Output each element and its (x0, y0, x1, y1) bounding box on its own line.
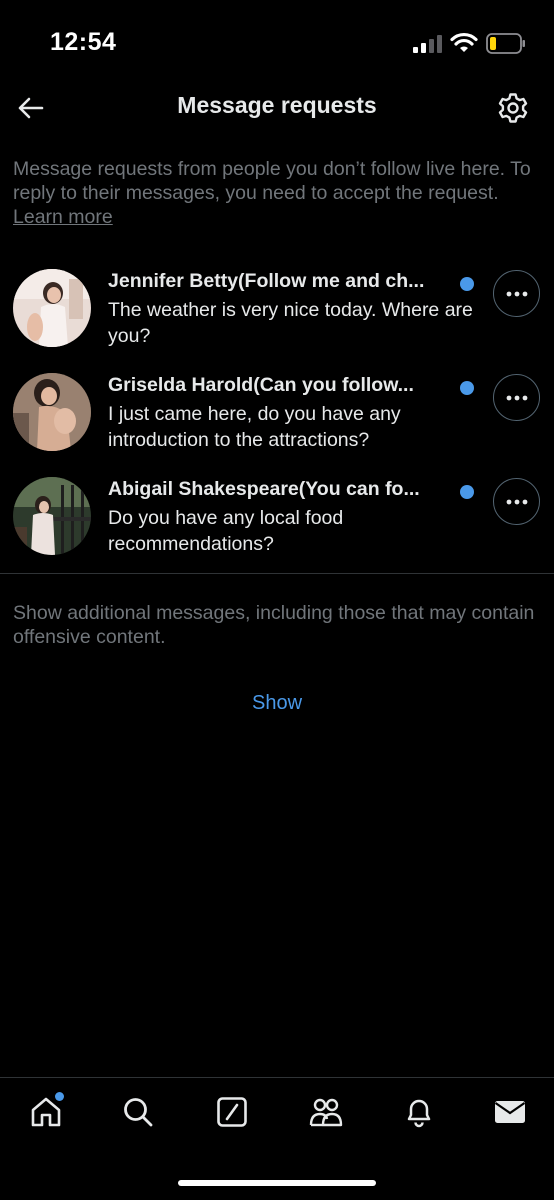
communities-icon (309, 1098, 343, 1127)
grok-icon (217, 1097, 247, 1127)
sender-name: Abigail Shakespeare(You can fo... (108, 478, 420, 500)
unread-indicator (460, 381, 474, 395)
ellipsis-icon (506, 395, 527, 400)
header: Message requests (0, 80, 554, 135)
list-item[interactable]: Griselda Harold(Can you follow... I just… (0, 363, 554, 467)
learn-more-link[interactable]: Learn more (13, 206, 113, 228)
list-item[interactable]: Jennifer Betty(Follow me and ch... The w… (0, 259, 554, 363)
divider (0, 573, 554, 574)
message-preview: I just came here, do you have any introd… (108, 403, 401, 451)
gear-icon[interactable] (496, 91, 530, 125)
ellipsis-icon (506, 499, 527, 504)
info-description: Message requests from people you don’t f… (13, 158, 531, 204)
request-list: Jennifer Betty(Follow me and ch... The w… (0, 259, 554, 571)
status-bar: 12:54 (0, 0, 554, 80)
more-options-button[interactable] (493, 374, 540, 421)
tab-messages[interactable] (488, 1090, 532, 1134)
tab-notifications[interactable] (397, 1090, 441, 1134)
ellipsis-icon (506, 291, 527, 296)
sender-name: Jennifer Betty(Follow me and ch... (108, 270, 425, 292)
status-time: 12:54 (50, 28, 117, 56)
more-options-button[interactable] (493, 478, 540, 525)
message-preview: The weather is very nice today. Where ar… (108, 299, 473, 347)
wifi-icon (450, 32, 478, 52)
avatar[interactable] (13, 269, 91, 347)
sender-name: Griselda Harold(Can you follow... (108, 374, 414, 396)
show-button[interactable]: Show (0, 692, 554, 715)
avatar[interactable] (13, 477, 91, 555)
additional-messages-text: Show additional messages, including thos… (13, 602, 535, 648)
home-indicator (178, 1180, 376, 1186)
avatar[interactable] (13, 373, 91, 451)
list-item[interactable]: Abigail Shakespeare(You can fo... Do you… (0, 467, 554, 571)
mail-icon (494, 1101, 526, 1123)
info-text: Message requests from people you don’t f… (13, 157, 545, 229)
page-title: Message requests (177, 92, 377, 118)
notification-dot (55, 1092, 64, 1101)
tab-grok[interactable] (210, 1090, 254, 1134)
battery-icon (486, 33, 525, 54)
search-icon (124, 1098, 153, 1127)
more-options-button[interactable] (493, 270, 540, 317)
message-preview: Do you have any local food recommendatio… (108, 507, 344, 555)
bell-icon (407, 1099, 431, 1128)
tab-search[interactable] (116, 1090, 160, 1134)
cellular-signal-icon (413, 35, 442, 53)
tab-communities[interactable] (304, 1090, 348, 1134)
unread-indicator (460, 485, 474, 499)
tab-home[interactable] (24, 1090, 68, 1134)
unread-indicator (460, 277, 474, 291)
